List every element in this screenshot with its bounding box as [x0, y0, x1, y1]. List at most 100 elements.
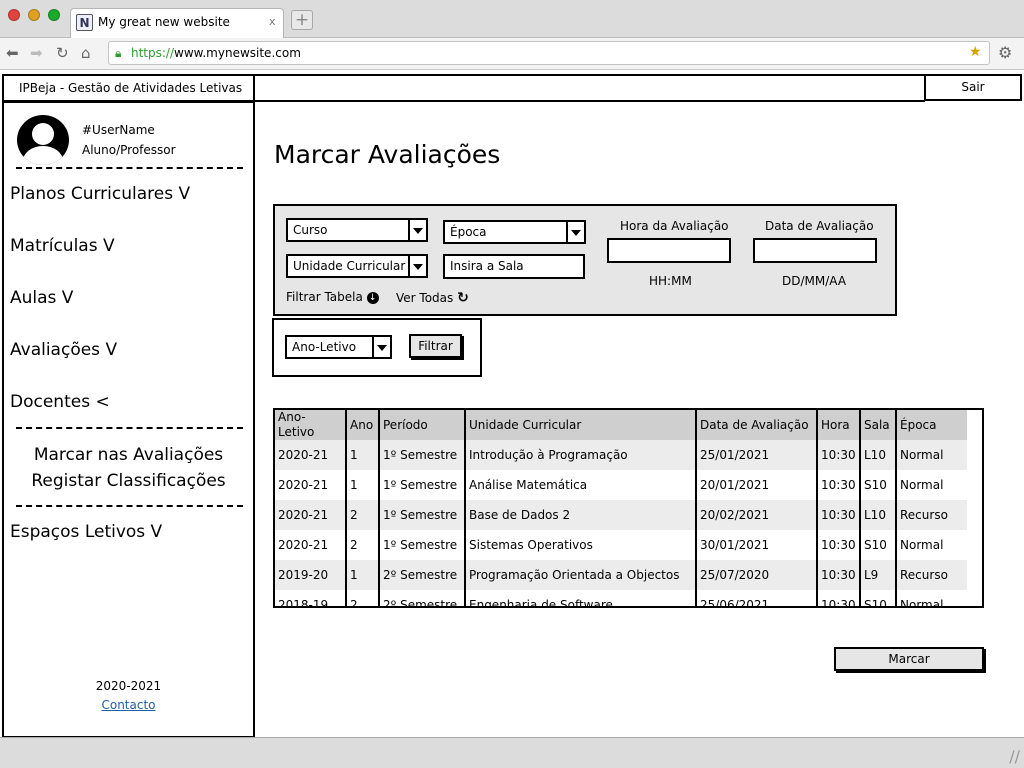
- epoca-select[interactable]: Época: [443, 220, 586, 244]
- table-cell: Análise Matemática: [465, 470, 697, 500]
- table-cell: 2018-19: [275, 590, 347, 606]
- table-cell: Programação Orientada a Objectos: [465, 560, 697, 590]
- sidebar-item-docentes[interactable]: Docentes <: [10, 392, 110, 412]
- table-row[interactable]: 2018-19 2 2º Semestre Engenharia de Softwar…: [275, 590, 967, 606]
- table-cell: Engenharia de Software: [465, 590, 697, 606]
- table-row[interactable]: 2020-21 1 1º Semestre Análise Matemática 20/…: [275, 470, 967, 500]
- unidade-select[interactable]: Unidade Curricular: [286, 254, 428, 278]
- column-header[interactable]: Hora: [817, 410, 861, 440]
- logout-button[interactable]: Sair: [924, 74, 1022, 101]
- filtrar-tabela-link[interactable]: Filtrar Tabela ↓: [286, 290, 379, 304]
- gear-icon[interactable]: ⚙: [998, 43, 1012, 62]
- table-body: 2020-21 1 1º Semestre Introdução à Programa…: [275, 440, 967, 606]
- ano-letivo-select[interactable]: Ano-Letivo: [285, 335, 392, 359]
- column-header[interactable]: Ano: [346, 410, 380, 440]
- table-cell: 1: [346, 470, 380, 500]
- table-row[interactable]: 2020-21 1 1º Semestre Introdução à Programa…: [275, 440, 967, 470]
- sidebar-item-espacos[interactable]: Espaços Letivos V: [10, 522, 162, 542]
- submenu-item-registar[interactable]: Registar Classificações: [4, 471, 253, 491]
- minimize-window-button[interactable]: [28, 9, 40, 21]
- chevron-down-icon: [408, 256, 426, 276]
- user-role: Aluno/Professor: [82, 143, 176, 157]
- table-cell: S10: [860, 590, 897, 606]
- sala-input[interactable]: Insira a Sala: [443, 254, 585, 279]
- table-cell: Base de Dados 2: [465, 500, 697, 530]
- table-cell: 2020-21: [275, 440, 347, 470]
- table-cell: 25/06/2021: [696, 590, 818, 606]
- table-cell: 25/01/2021: [696, 440, 818, 470]
- close-window-button[interactable]: [8, 9, 20, 21]
- browser-tab[interactable]: N My great new website x: [70, 8, 284, 38]
- refresh-icon: ↻: [457, 290, 469, 306]
- column-header[interactable]: Sala: [860, 410, 897, 440]
- divider: [16, 167, 243, 169]
- table-cell: 10:30: [817, 440, 861, 470]
- table-row[interactable]: 2020-21 2 1º Semestre Sistemas Operativos 30…: [275, 530, 967, 560]
- tab-title: My great new website: [98, 15, 230, 29]
- hora-input[interactable]: [607, 238, 731, 263]
- sidebar-item-matriculas[interactable]: Matrículas V: [10, 236, 115, 256]
- table-cell: 20/01/2021: [696, 470, 818, 500]
- evaluations-table: Ano-Letivo Ano Período Unidade Curricula…: [273, 408, 984, 608]
- table-cell: 10:30: [817, 500, 861, 530]
- table-cell: 1º Semestre: [379, 440, 466, 470]
- chevron-down-icon: [372, 337, 390, 357]
- filter-panel: Curso Época Unidade Curricular Insira a …: [273, 204, 897, 316]
- table-cell: Introdução à Programação: [465, 440, 697, 470]
- table-row[interactable]: 2020-21 2 1º Semestre Base de Dados 2 20/02/…: [275, 500, 967, 530]
- sidebar-item-aulas[interactable]: Aulas V: [10, 288, 73, 308]
- table-cell: Normal: [896, 590, 967, 606]
- marcar-button[interactable]: Marcar: [834, 647, 984, 671]
- bookmark-star-icon[interactable]: ★: [969, 44, 982, 60]
- table-row[interactable]: 2019-20 1 2º Semestre Programação Orientada…: [275, 560, 967, 590]
- browser-nav-bar: ⬅ ➡ ↻ ⌂ 🔒︎ https://www.mynewsite.com ★ ⚙: [0, 38, 1024, 70]
- favicon-icon: N: [76, 14, 93, 31]
- home-icon[interactable]: ⌂: [81, 44, 91, 62]
- new-tab-button[interactable]: +: [291, 10, 313, 30]
- lock-icon: 🔒︎: [115, 46, 122, 60]
- table-cell: 2019-20: [275, 560, 347, 590]
- curso-select[interactable]: Curso: [286, 218, 428, 242]
- back-icon[interactable]: ⬅: [6, 44, 19, 62]
- browser-status-bar: ∕∕: [0, 737, 1024, 768]
- header-bar: [255, 74, 925, 102]
- sidebar-item-avaliacoes[interactable]: Avaliações V: [10, 340, 117, 360]
- ver-todas-link[interactable]: Ver Todas ↻: [396, 290, 469, 306]
- column-header[interactable]: Ano-Letivo: [275, 410, 347, 440]
- maximize-window-button[interactable]: [48, 9, 60, 21]
- sidebar-item-planos[interactable]: Planos Curriculares V: [10, 184, 190, 204]
- table-cell: S10: [860, 470, 897, 500]
- table-cell: 2: [346, 590, 380, 606]
- table-cell: 2020-21: [275, 500, 347, 530]
- contact-link[interactable]: Contacto: [4, 698, 253, 712]
- table-cell: 10:30: [817, 530, 861, 560]
- data-input[interactable]: [753, 238, 877, 263]
- table-cell: 2: [346, 530, 380, 560]
- column-header[interactable]: Período: [379, 410, 466, 440]
- reload-icon[interactable]: ↻: [56, 44, 69, 62]
- table-cell: L10: [860, 440, 897, 470]
- evaluations-grid: Ano-Letivo Ano Período Unidade Curricula…: [275, 410, 967, 606]
- forward-icon[interactable]: ➡: [30, 44, 43, 62]
- resize-grip-icon[interactable]: ∕∕: [1009, 747, 1020, 766]
- table-cell: 2: [346, 500, 380, 530]
- ver-todas-label: Ver Todas: [396, 291, 454, 305]
- table-cell: Recurso: [896, 500, 967, 530]
- filtrar-button[interactable]: Filtrar: [409, 334, 462, 358]
- table-cell: Normal: [896, 470, 967, 500]
- column-header[interactable]: Unidade Curricular: [465, 410, 697, 440]
- submenu-item-marcar[interactable]: Marcar nas Avaliações: [4, 445, 253, 465]
- page-title: Marcar Avaliações: [274, 140, 501, 169]
- table-cell: 1: [346, 560, 380, 590]
- hora-hint: HH:MM: [649, 274, 692, 288]
- column-header[interactable]: Época: [896, 410, 967, 440]
- table-header-row: Ano-Letivo Ano Período Unidade Curricula…: [275, 410, 967, 440]
- url-scheme: https://: [131, 46, 175, 60]
- tab-close-icon[interactable]: x: [269, 15, 276, 28]
- column-header[interactable]: Data de Avaliação: [696, 410, 818, 440]
- url-host: www.mynewsite.com: [174, 46, 301, 60]
- table-cell: Recurso: [896, 560, 967, 590]
- table-cell: 10:30: [817, 560, 861, 590]
- epoca-select-value: Época: [450, 225, 487, 239]
- address-bar[interactable]: 🔒︎ https://www.mynewsite.com ★: [108, 41, 990, 65]
